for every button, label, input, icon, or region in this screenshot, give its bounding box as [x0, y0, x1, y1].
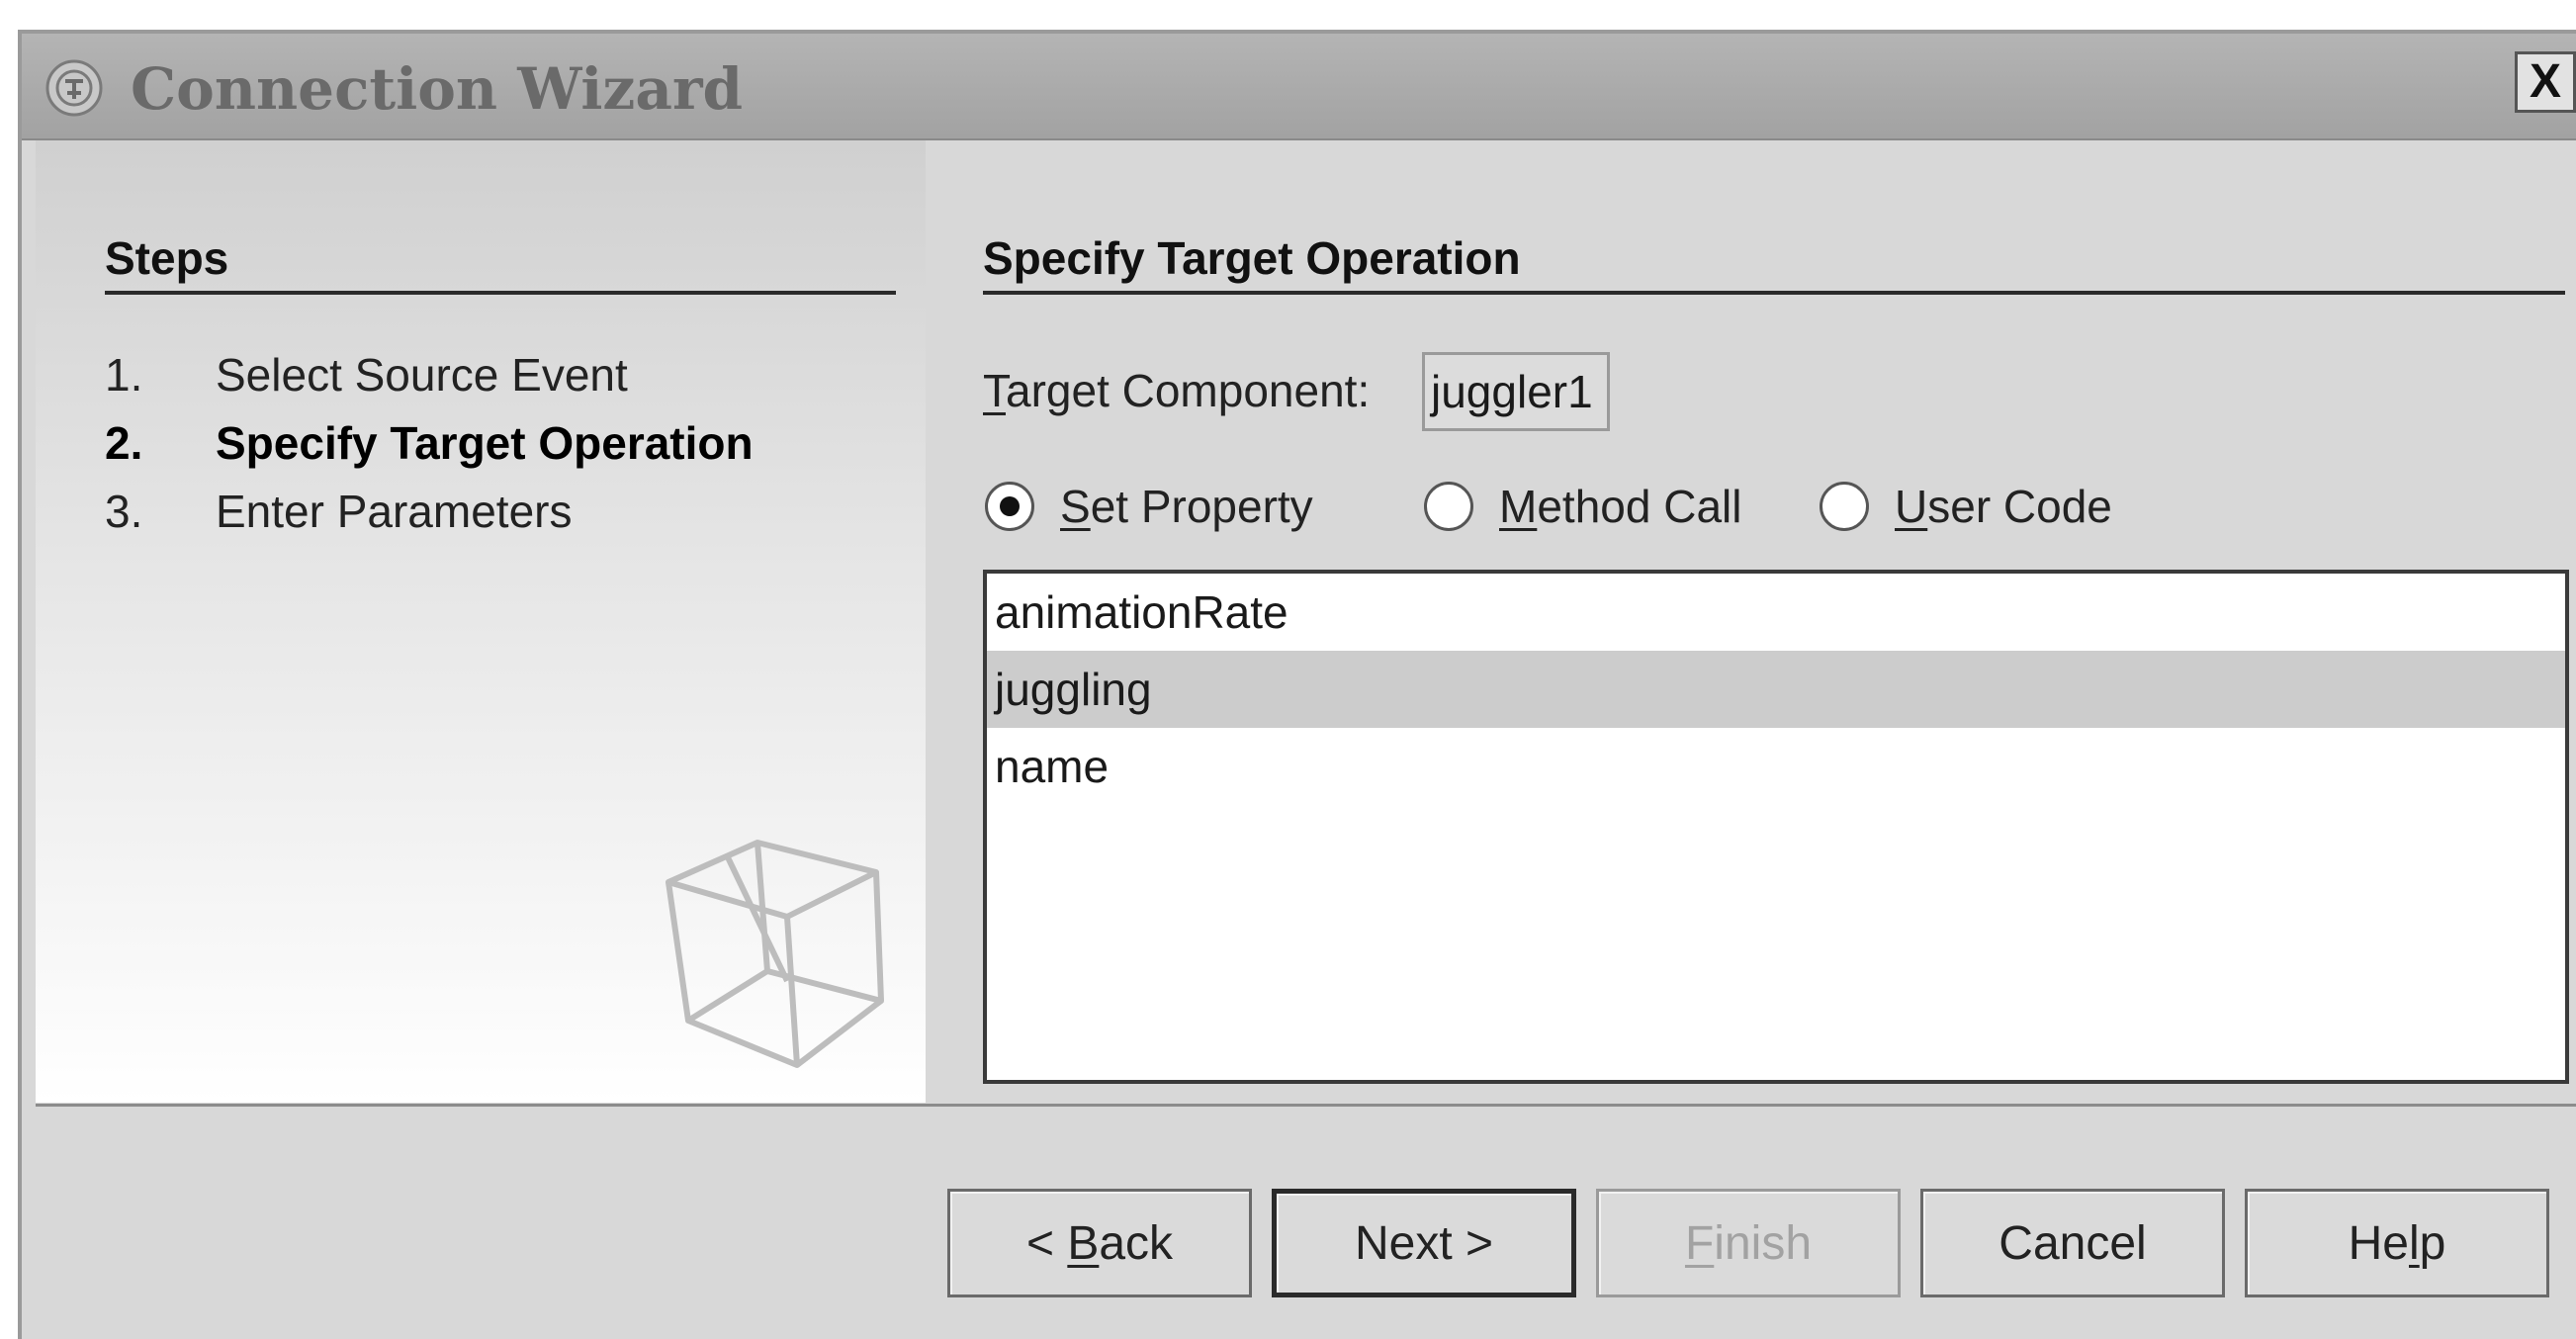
- help-button[interactable]: Help: [2245, 1189, 2549, 1297]
- radio-indicator: [985, 482, 1034, 531]
- next-button[interactable]: Next >: [1272, 1189, 1576, 1297]
- list-item-selected[interactable]: juggling: [987, 651, 2565, 728]
- help-button-label: Help: [2348, 1216, 2446, 1270]
- set-property-radio[interactable]: Set Property: [985, 477, 1313, 536]
- finish-button[interactable]: Finish: [1596, 1189, 1901, 1297]
- step-label: Specify Target Operation: [216, 417, 754, 469]
- cancel-button[interactable]: Cancel: [1920, 1189, 2225, 1297]
- radio-indicator: [1820, 482, 1869, 531]
- property-list[interactable]: animationRate juggling name: [983, 570, 2569, 1084]
- set-property-label: Set Property: [1060, 481, 1313, 532]
- step-number: 1.: [105, 349, 143, 401]
- steps-divider: [105, 291, 896, 295]
- method-call-label: Method Call: [1499, 481, 1742, 532]
- connection-wizard-dialog: Connection Wizard X Steps 1. Select Sour…: [18, 30, 2576, 1339]
- back-button[interactable]: < Back: [947, 1189, 1252, 1297]
- step-label: Select Source Event: [216, 349, 628, 401]
- window-title: Connection Wizard: [131, 55, 744, 123]
- button-bar-divider: [36, 1104, 2576, 1107]
- step-number: 3.: [105, 486, 143, 537]
- method-call-radio[interactable]: Method Call: [1424, 477, 1741, 536]
- steps-panel: Steps 1. Select Source Event 2. Specify …: [36, 140, 926, 1103]
- content-title: Specify Target Operation: [983, 232, 1521, 284]
- cancel-button-label: Cancel: [1999, 1216, 2147, 1270]
- title-bar[interactable]: Connection Wizard X: [22, 34, 2576, 140]
- back-button-label: < Back: [1025, 1216, 1174, 1270]
- list-item[interactable]: name: [987, 728, 2565, 805]
- user-code-radio[interactable]: User Code: [1820, 477, 2112, 536]
- list-item[interactable]: animationRate: [987, 574, 2565, 651]
- target-component-label: Target Component:: [983, 365, 1371, 416]
- close-icon: X: [2529, 55, 2561, 108]
- wireframe-cube-icon: [666, 840, 884, 1068]
- steps-header: Steps: [105, 232, 229, 284]
- finish-button-label: Finish: [1684, 1216, 1813, 1270]
- app-icon: [45, 59, 103, 117]
- step-number: 2.: [105, 417, 143, 469]
- step-label: Enter Parameters: [216, 486, 573, 537]
- radio-indicator: [1424, 482, 1473, 531]
- content-divider: [983, 291, 2565, 295]
- target-component-field[interactable]: juggler1: [1422, 352, 1610, 431]
- user-code-label: User Code: [1895, 481, 2112, 532]
- close-button[interactable]: X: [2515, 51, 2576, 113]
- next-button-label: Next >: [1354, 1216, 1494, 1270]
